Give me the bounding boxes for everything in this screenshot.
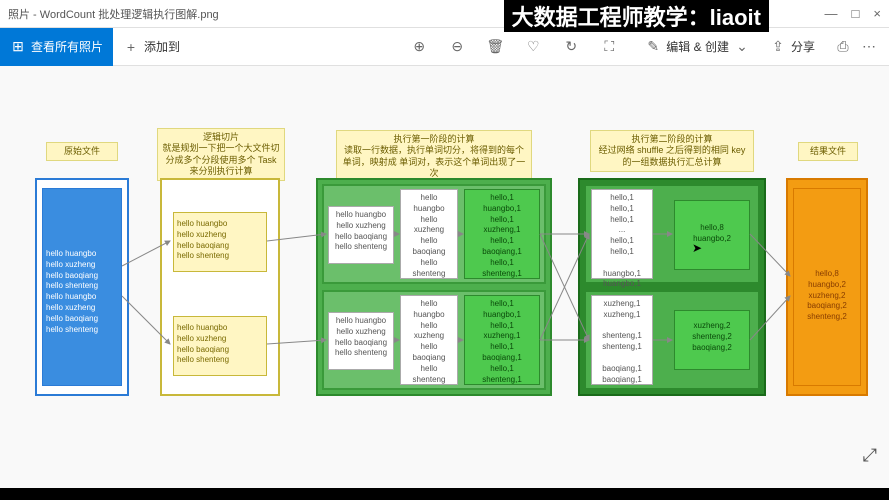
trash-icon[interactable]: 🗑 bbox=[487, 39, 503, 55]
toolbar: ⊞ 查看所有照片 + 添加到 ⊕ ⊖ 🗑 ♡ ↻ ⛶ ✎ 编辑 & 创建 ⌄ ⇪… bbox=[0, 28, 889, 66]
box-r2b: xuzheng,2 shenteng,2 baoqiang,2 bbox=[674, 310, 750, 370]
heart-icon[interactable]: ♡ bbox=[525, 39, 541, 55]
crop-icon[interactable]: ⛶ bbox=[601, 39, 617, 55]
box-m1a: hello huangbo hello xuzheng hello baoqia… bbox=[328, 206, 394, 264]
plus-icon: + bbox=[123, 39, 139, 55]
add-to-button[interactable]: + 添加到 bbox=[113, 28, 190, 66]
view-all-label: 查看所有照片 bbox=[31, 38, 103, 55]
expand-icon[interactable]: ⤢ bbox=[863, 445, 877, 466]
box-m2b: hello huangbo hello xuzheng hello baoqia… bbox=[400, 295, 458, 385]
box-split2: hello huangbo hello xuzheng hello baoqia… bbox=[173, 316, 267, 376]
box-split1: hello huangbo hello xuzheng hello baoqia… bbox=[173, 212, 267, 272]
grid-icon: ⊞ bbox=[10, 39, 26, 55]
diagram-canvas: 原始文件 逻辑切片 就是规划一下把一个大文件切分成多个分段使用多个 Task 来… bbox=[0, 66, 889, 488]
mouse-cursor: ➤ bbox=[692, 241, 702, 255]
zoom-in-icon[interactable]: ⊕ bbox=[411, 39, 427, 55]
edit-icon: ✎ bbox=[645, 39, 661, 55]
view-all-photos-button[interactable]: ⊞ 查看所有照片 bbox=[0, 28, 113, 66]
edit-label: 编辑 & 创建 bbox=[666, 38, 729, 55]
maximize-button[interactable]: □ bbox=[852, 6, 860, 21]
edit-create-button[interactable]: ✎ 编辑 & 创建 ⌄ bbox=[635, 28, 760, 66]
box-r1a: hello,1 hello,1 hello,1 ... hello,1 hell… bbox=[591, 189, 653, 279]
share-icon: ⇪ bbox=[770, 39, 786, 55]
note-stage1: 执行第一阶段的计算 读取一行数据，执行单词切分，将得到的每个单词，映射成 单词对… bbox=[336, 130, 532, 183]
minimize-button[interactable]: — bbox=[825, 6, 838, 21]
box-m2a: hello huangbo hello xuzheng hello baoqia… bbox=[328, 312, 394, 370]
box-source: hello huangbo hello xuzheng hello baoqia… bbox=[42, 188, 122, 386]
note-result: 结果文件 bbox=[798, 142, 858, 161]
share-label: 分享 bbox=[791, 38, 815, 55]
more-icon[interactable]: ⋯ bbox=[861, 39, 877, 55]
box-r2a: xuzheng,1 xuzheng,1 shenteng,1 shenteng,… bbox=[591, 295, 653, 385]
print-icon[interactable]: ⎙ bbox=[835, 39, 851, 55]
box-m2c: hello,1 huangbo,1 hello,1 xuzheng,1 hell… bbox=[464, 295, 540, 385]
rotate-icon[interactable]: ↻ bbox=[563, 39, 579, 55]
box-m1b: hello huangbo hello xuzheng hello baoqia… bbox=[400, 189, 458, 279]
share-button[interactable]: ⇪ 分享 bbox=[760, 28, 825, 66]
note-stage2: 执行第二阶段的计算 经过网络 shuffle 之后得到的相同 key 的一组数据… bbox=[590, 130, 754, 172]
box-m1c: hello,1 huangbo,1 hello,1 xuzheng,1 hell… bbox=[464, 189, 540, 279]
zoom-out-icon[interactable]: ⊖ bbox=[449, 39, 465, 55]
note-source: 原始文件 bbox=[46, 142, 118, 161]
close-button[interactable]: × bbox=[873, 6, 881, 21]
video-overlay-title: 大数据工程师教学：liaoit bbox=[504, 0, 769, 32]
add-to-label: 添加到 bbox=[144, 38, 180, 55]
box-r1b: hello,8 huangbo,2 bbox=[674, 200, 750, 270]
note-split: 逻辑切片 就是规划一下把一个大文件切分成多个分段使用多个 Task 来分别执行计… bbox=[157, 128, 285, 181]
chevron-down-icon: ⌄ bbox=[734, 39, 750, 55]
box-result: hello,8 huangbo,2 xuzheng,2 baoqiang,2 s… bbox=[793, 188, 861, 386]
